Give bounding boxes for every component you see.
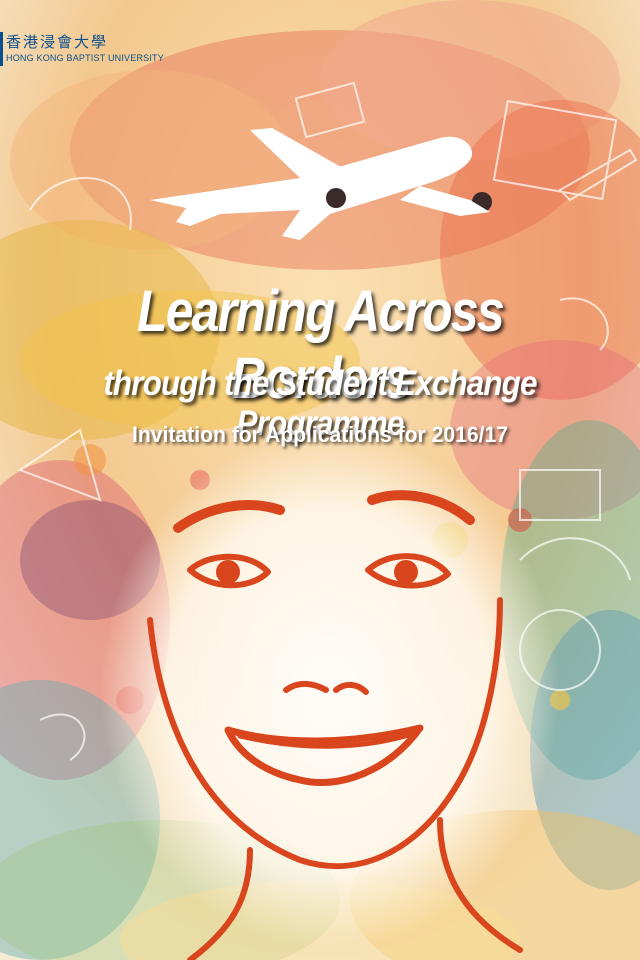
- logo-mark: [0, 32, 3, 66]
- university-logo[interactable]: 香港浸會大學 HONG KONG BAPTIST UNIVERSITY: [0, 32, 164, 66]
- background-artwork: [0, 0, 640, 960]
- poster: 香港浸會大學 HONG KONG BAPTIST UNIVERSITY Lear…: [0, 0, 640, 960]
- logo-chinese-name: 香港浸會大學: [6, 33, 109, 51]
- invitation-text: Invitation for Applications for 2016/17: [132, 422, 508, 447]
- logo-english-name: HONG KONG BAPTIST UNIVERSITY: [6, 53, 164, 63]
